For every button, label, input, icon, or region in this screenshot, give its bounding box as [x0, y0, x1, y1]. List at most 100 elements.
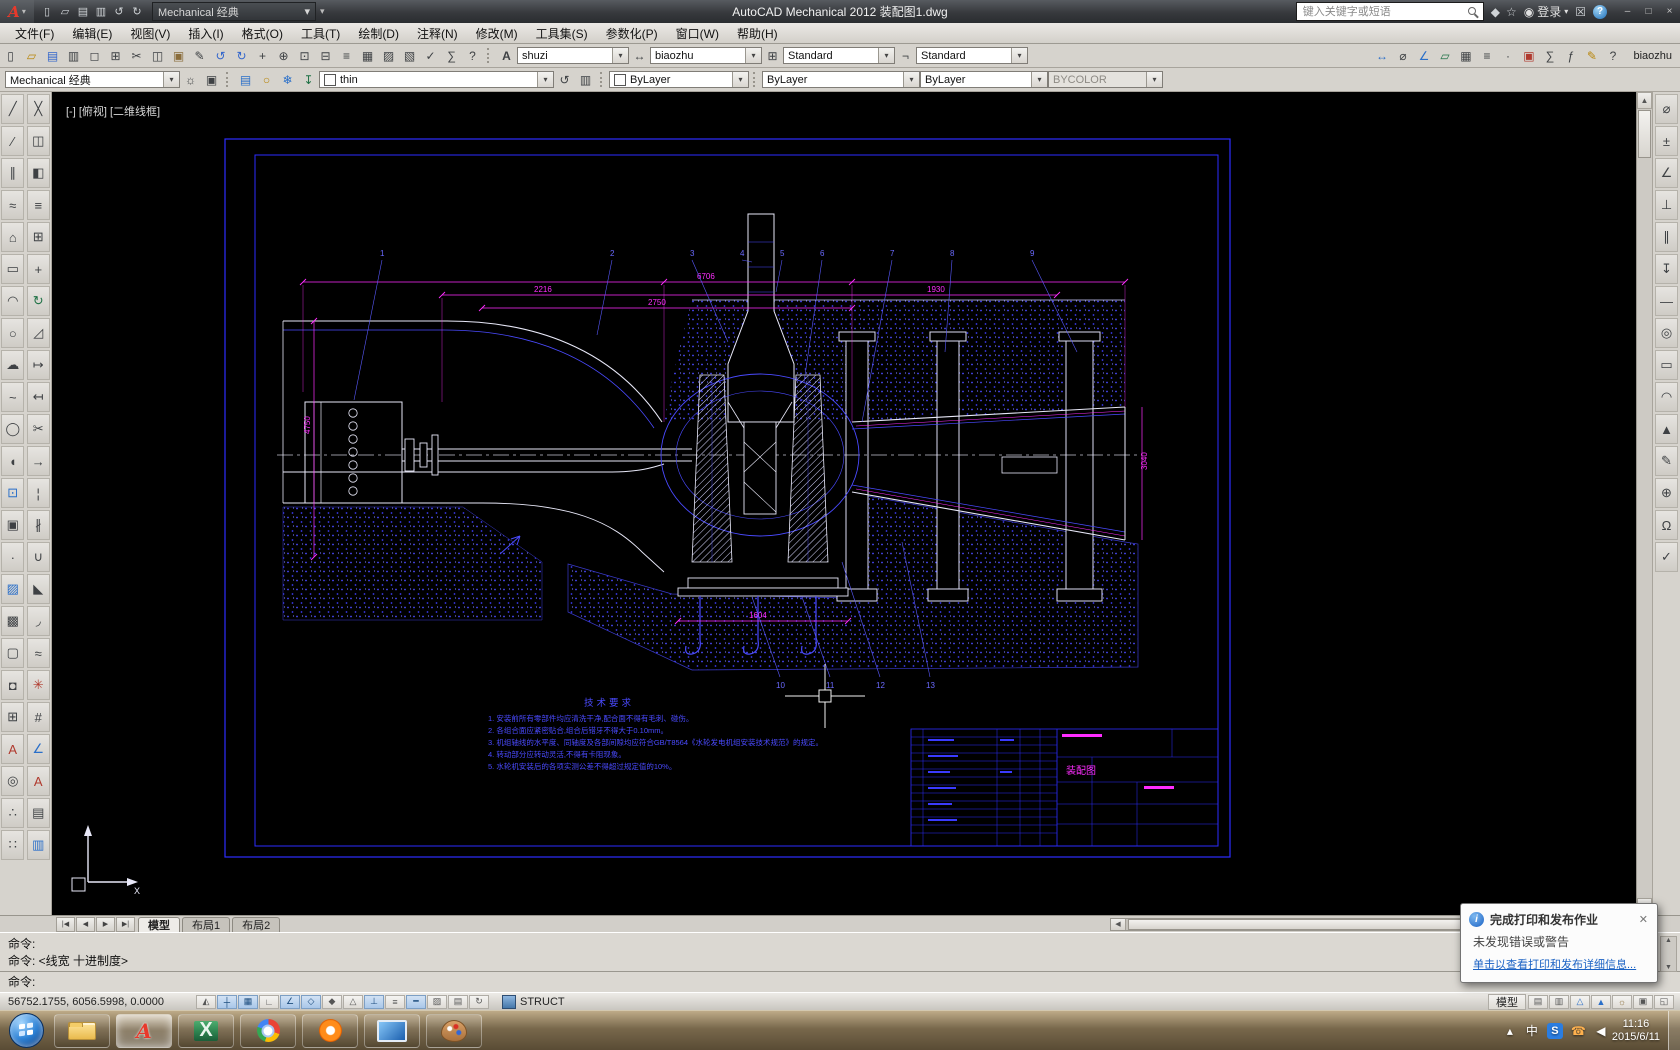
paste-icon[interactable]: ▣: [168, 46, 189, 66]
phone-tray-icon[interactable]: ☎: [1571, 1023, 1586, 1039]
annotation-visibility-icon[interactable]: ▲: [1591, 994, 1611, 1009]
make-block-icon[interactable]: ▣: [1, 510, 25, 540]
quickcalc-icon[interactable]: ∑: [441, 46, 462, 66]
ellipse-arc-icon[interactable]: ◖: [1, 446, 25, 476]
dim-style-icon[interactable]: ↔: [629, 46, 650, 66]
tab-layout2[interactable]: 布局2: [232, 916, 281, 932]
prev-tab-button[interactable]: ◀: [76, 916, 95, 932]
mtext-icon[interactable]: A: [1, 734, 25, 764]
vertical-scroll-thumb[interactable]: [1638, 110, 1651, 158]
menu-item-item[interactable]: 插入(I): [179, 23, 232, 44]
line-icon[interactable]: ╱: [1, 94, 25, 124]
open-icon[interactable]: ▱: [21, 46, 42, 66]
layer-previous-icon[interactable]: ↺: [554, 70, 575, 90]
toolbar-grip[interactable]: [600, 72, 605, 87]
weld-symbol-icon[interactable]: ▲: [1655, 414, 1678, 444]
annotation-scale-icon[interactable]: △: [1570, 994, 1590, 1009]
volume-tray-icon[interactable]: ◀: [1594, 1023, 1608, 1039]
taskbar-clock[interactable]: 11:16 2015/6/11: [1612, 1018, 1660, 1044]
canvas-vertical-scrollbar[interactable]: ▲ ▼: [1636, 92, 1652, 915]
s-app-tray-icon[interactable]: S: [1546, 1022, 1563, 1039]
join-icon[interactable]: ∪: [26, 542, 50, 572]
lengthen-icon[interactable]: ↤: [26, 382, 50, 412]
search-input[interactable]: [1300, 4, 1467, 19]
menu-item-item[interactable]: 绘制(D): [349, 23, 408, 44]
undo-icon[interactable]: ↺: [210, 46, 231, 66]
quickview-drawings-icon[interactable]: ▥: [1549, 994, 1569, 1009]
copy-clip-icon[interactable]: ◫: [147, 46, 168, 66]
qat-open-icon[interactable]: ▱: [56, 3, 74, 20]
fillet-icon[interactable]: ◞: [26, 606, 50, 636]
chamfer-icon[interactable]: ◣: [26, 574, 50, 604]
chevron-down-icon[interactable]: ▾: [1011, 48, 1027, 63]
grid-toggle[interactable]: ▦: [238, 994, 258, 1009]
match-properties-icon[interactable]: ✎: [189, 46, 210, 66]
check-tool-icon[interactable]: ✓: [1655, 542, 1678, 572]
menu-item-item[interactable]: 工具集(S): [527, 23, 597, 44]
wipeout-icon[interactable]: ◘: [1, 670, 25, 700]
quick-calc-icon[interactable]: ∑: [1539, 46, 1560, 66]
table-icon[interactable]: ⊞: [1, 702, 25, 732]
parallel-icon[interactable]: ∥: [1655, 222, 1678, 252]
chevron-down-icon[interactable]: ▾: [612, 48, 628, 63]
layer-states-icon[interactable]: ▥: [575, 70, 596, 90]
pan-icon[interactable]: +: [252, 46, 273, 66]
infer-constraints-toggle[interactable]: ◭: [196, 994, 216, 1009]
text-style-icon[interactable]: A: [496, 46, 517, 66]
drawing-viewport[interactable]: 6706 2216 1930 2750 4750 3040 1604 1 2 3…: [52, 92, 1636, 915]
snap-toggle[interactable]: ┼: [217, 994, 237, 1009]
arc-icon[interactable]: ◠: [1, 286, 25, 316]
model-space-button[interactable]: 模型: [1488, 993, 1526, 1010]
revision-cloud-icon[interactable]: ☁: [1, 350, 25, 380]
cut-icon[interactable]: ✂: [126, 46, 147, 66]
search-icon[interactable]: [1467, 6, 1479, 18]
mirror-icon[interactable]: ◧: [26, 158, 50, 188]
excel-taskbar-button[interactable]: X: [178, 1013, 234, 1048]
notification-details-link[interactable]: 单击以查看打印和发布详细信息...: [1461, 950, 1657, 972]
close-icon[interactable]: ✕: [1636, 913, 1651, 926]
chevron-down-icon[interactable]: ▾: [537, 72, 553, 87]
gradient-icon[interactable]: ▩: [1, 606, 25, 636]
ellipse-icon[interactable]: ◯: [1, 414, 25, 444]
trim-icon[interactable]: ✂: [26, 414, 50, 444]
dyn-toggle[interactable]: ≡: [385, 994, 405, 1009]
qat-undo-icon[interactable]: ↺: [110, 3, 128, 20]
stretch-icon[interactable]: ↦: [26, 350, 50, 380]
blend-icon[interactable]: ≈: [26, 638, 50, 668]
divide-icon[interactable]: ∴: [1, 798, 25, 828]
surface-symbol-icon[interactable]: ◠: [1655, 382, 1678, 412]
explode-icon[interactable]: ✳: [26, 670, 50, 700]
menu-item-item[interactable]: 视图(V): [121, 23, 179, 44]
plot-preview-icon[interactable]: ◻: [84, 46, 105, 66]
computer-taskbar-button[interactable]: [364, 1013, 420, 1048]
table-style-combo[interactable]: Standard ▾: [783, 47, 895, 64]
toolbar-grip[interactable]: [753, 72, 758, 87]
help2-icon[interactable]: ?: [1602, 46, 1623, 66]
extend-icon[interactable]: →: [26, 446, 50, 476]
erase-icon[interactable]: ╳: [26, 94, 50, 124]
scroll-down-arrow[interactable]: ▼: [1665, 964, 1672, 971]
lineweight-combo[interactable]: ByLayer ▾: [920, 71, 1048, 88]
qat-redo-icon[interactable]: ↻: [128, 3, 146, 20]
qat-customize-arrow[interactable]: ▾: [320, 6, 325, 17]
next-tab-button[interactable]: ▶: [96, 916, 115, 932]
first-tab-button[interactable]: |◀: [56, 916, 75, 932]
omega-tool-icon[interactable]: Ω: [1655, 510, 1678, 540]
zoom-previous-icon[interactable]: ⊟: [315, 46, 336, 66]
move-icon[interactable]: +: [26, 254, 50, 284]
polygon-icon[interactable]: ⌂: [1, 222, 25, 252]
clean-screen-icon[interactable]: ◱: [1654, 994, 1674, 1009]
exchange-icon[interactable]: ☒: [1575, 5, 1586, 19]
quick-select-icon[interactable]: ▣: [1518, 46, 1539, 66]
close-button[interactable]: ×: [1659, 4, 1680, 20]
explorer-taskbar-button[interactable]: [54, 1013, 110, 1048]
power-dimension-icon[interactable]: ⌀: [1655, 94, 1678, 124]
chevron-down-icon[interactable]: ▾: [1031, 72, 1047, 87]
selection-cycling-toggle[interactable]: ↻: [469, 994, 489, 1009]
toolbar-grip[interactable]: [487, 48, 492, 63]
text-style-combo[interactable]: shuzi ▾: [517, 47, 629, 64]
align-icon[interactable]: #: [26, 702, 50, 732]
chevron-down-icon[interactable]: ▾: [732, 72, 748, 87]
layers-tool-icon[interactable]: ▥: [26, 830, 50, 860]
quickview-layouts-icon[interactable]: ▤: [1528, 994, 1548, 1009]
